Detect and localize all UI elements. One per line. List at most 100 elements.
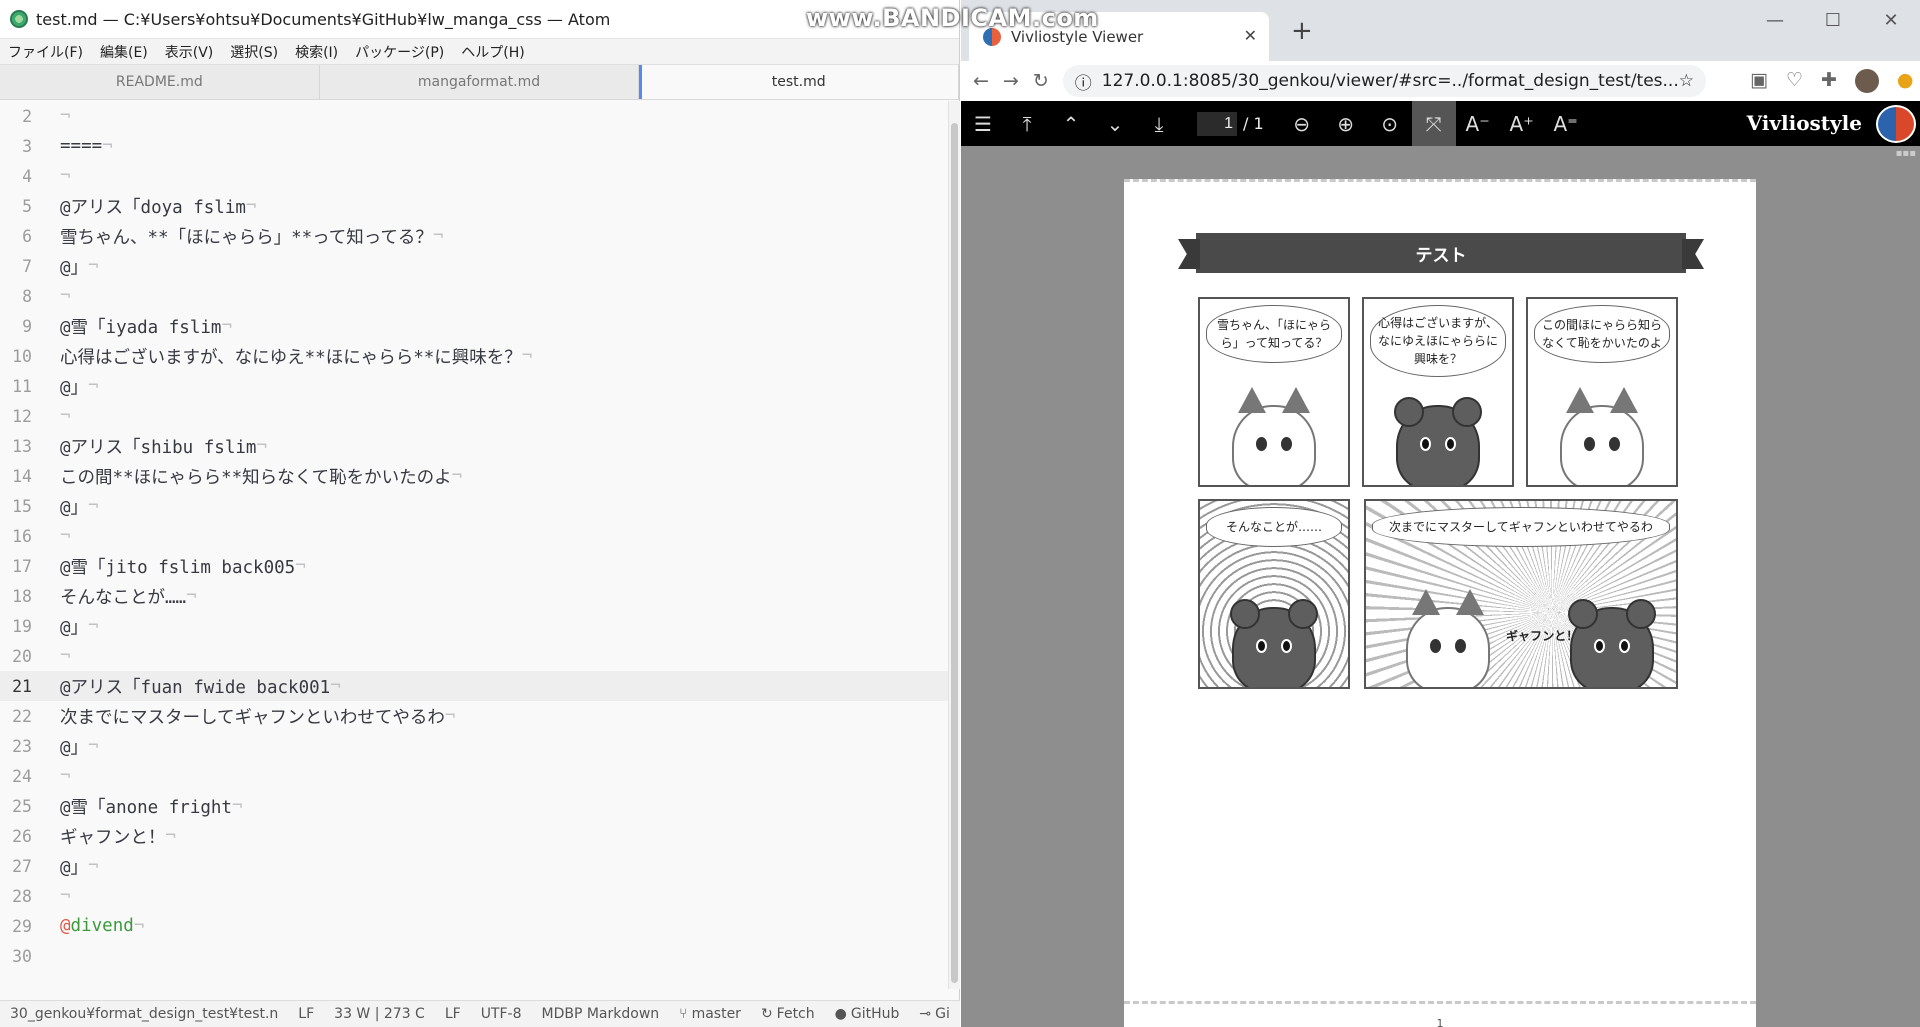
code-line[interactable]: 14 この間**ほにゃらら**知らなくて恥をかいたのよ ¬	[0, 461, 948, 491]
minimize-icon[interactable]: —	[1746, 0, 1804, 40]
code-line[interactable]: 3 ==== ¬	[0, 131, 948, 161]
status-file-path[interactable]: 30_genkou¥format_design_test¥test.n	[10, 1006, 278, 1022]
tab-close-icon[interactable]: ✕	[1244, 26, 1257, 45]
vivliostyle-logo-icon	[1876, 105, 1916, 143]
font-smaller-icon[interactable]: A⁻	[1456, 101, 1500, 146]
menu-view[interactable]: 表示(V)	[165, 42, 214, 62]
line-text: この間**ほにゃらら**知らなくて恥をかいたのよ	[60, 467, 452, 488]
close-window-icon[interactable]: ✕	[1862, 0, 1920, 40]
status-fetch[interactable]: ↻ Fetch	[761, 1006, 815, 1022]
menu-find[interactable]: 検索(I)	[295, 42, 338, 62]
github-label: GitHub	[850, 1006, 900, 1022]
code-line[interactable]: 29 @divend ¬	[0, 911, 948, 941]
code-line[interactable]: 4 ¬	[0, 161, 948, 191]
code-line[interactable]: 10 心得はございますが、なにゆえ**ほにゃらら**に興味を？ ¬	[0, 341, 948, 371]
code-line[interactable]: 26 ギャフンと！ ¬	[0, 821, 948, 851]
reload-icon[interactable]: ↻	[1033, 70, 1049, 92]
zoom-actual-icon[interactable]: ⊙	[1368, 101, 1412, 146]
status-git[interactable]: ⊸ Gi	[919, 1006, 949, 1022]
text-editor[interactable]: 2 ¬ 3 ==== ¬ 4 ¬ 5 @アリス「doya fslim ¬ 6 雪ちゃん、**「ほにゃら…	[0, 101, 948, 989]
menu-help[interactable]: ヘルプ(H)	[461, 42, 524, 62]
code-line[interactable]: 6 雪ちゃん、**「ほにゃらら」**って知ってる？ ¬	[0, 221, 948, 251]
code-line[interactable]: 7 @」 ¬	[0, 251, 948, 281]
code-line[interactable]: 17 @雪「jito fslim back005 ¬	[0, 551, 948, 581]
eol-marker: ¬	[88, 736, 99, 756]
status-branch[interactable]: ⑂ master	[679, 1006, 741, 1022]
last-page-icon[interactable]: ⤓	[1137, 101, 1181, 146]
code-line[interactable]: 2 ¬	[0, 101, 948, 131]
thumbnails-handle-icon[interactable]: ▪▪▪	[1896, 148, 1916, 159]
status-github[interactable]: ● GitHub	[835, 1006, 900, 1022]
line-number: 2	[22, 106, 32, 126]
code-line[interactable]: 11 @」 ¬	[0, 371, 948, 401]
zoom-out-icon[interactable]: ⊖	[1280, 101, 1324, 146]
line-number: 9	[22, 316, 32, 336]
status-line-ending[interactable]: LF	[298, 1006, 314, 1022]
code-line[interactable]: 27 @」 ¬	[0, 851, 948, 881]
bookmark-star-icon[interactable]: ☆	[1679, 71, 1694, 91]
menu-packages[interactable]: パッケージ(P)	[355, 42, 444, 62]
menu-edit[interactable]: 編集(E)	[100, 42, 148, 62]
next-page-icon[interactable]: ⌄	[1093, 101, 1137, 146]
code-line[interactable]: 15 @」 ¬	[0, 491, 948, 521]
zoom-in-icon[interactable]: ⊕	[1324, 101, 1368, 146]
window-title: test.md — C:¥Users¥ohtsu¥Documents¥GitHu…	[36, 9, 611, 29]
browser-toolbar: ← → ↻ ⓘ 127.0.0.1:8085/30_genkou/viewer/…	[961, 61, 1920, 101]
tab-readme[interactable]: README.md	[0, 65, 320, 99]
font-larger-icon[interactable]: A⁺	[1500, 101, 1544, 146]
font-reset-icon[interactable]: A⁼	[1544, 101, 1588, 146]
line-number: 4	[22, 166, 32, 186]
scrollbar-thumb[interactable]	[951, 123, 958, 983]
first-page-icon[interactable]: ⤒	[1005, 101, 1049, 146]
code-line[interactable]: 22 次までにマスターしてギャフンといわせてやるわ ¬	[0, 701, 948, 731]
new-tab-icon[interactable]: +	[1291, 16, 1313, 46]
extensions-puzzle-icon[interactable]: ✚	[1821, 69, 1837, 93]
code-line[interactable]: 23 @」 ¬	[0, 731, 948, 761]
code-line[interactable]: 8 ¬	[0, 281, 948, 311]
menu-selection[interactable]: 選択(S)	[230, 42, 278, 62]
viewer-viewport[interactable]: ▪▪▪ テスト 雪ちゃん、「ほにゃら ら」って知ってる？ 心得はございますが、 …	[961, 146, 1920, 1027]
code-line[interactable]: 9 @雪「iyada fslim ¬	[0, 311, 948, 341]
line-text: @」	[60, 377, 89, 398]
menu-file[interactable]: ファイル(F)	[8, 42, 83, 62]
address-bar[interactable]: ⓘ 127.0.0.1:8085/30_genkou/viewer/#src=.…	[1062, 65, 1706, 97]
code-line[interactable]: 18 そんなことが…… ¬	[0, 581, 948, 611]
info-icon[interactable]: ⓘ	[1075, 69, 1092, 94]
page-number: 1	[1436, 1017, 1444, 1027]
code-line[interactable]: 5 @アリス「doya fslim ¬	[0, 191, 948, 221]
line-number: 12	[12, 406, 32, 426]
status-encoding[interactable]: UTF-8	[481, 1006, 522, 1022]
url-text[interactable]: 127.0.0.1:8085/30_genkou/viewer/#src=../…	[1102, 71, 1679, 91]
profile-avatar[interactable]	[1854, 69, 1879, 93]
page-number-input[interactable]	[1197, 111, 1237, 136]
extension-bookmark-icon[interactable]: ▣	[1750, 69, 1768, 93]
editor-scrollbar[interactable]	[948, 101, 960, 989]
fit-page-icon[interactable]: ⤧	[1411, 101, 1456, 146]
tab-mangaformat[interactable]: mangaformat.md	[320, 65, 640, 99]
line-text: @」	[60, 857, 89, 878]
code-line[interactable]: 25 @雪「anone fright ¬	[0, 791, 948, 821]
status-line-ending-2[interactable]: LF	[445, 1006, 461, 1022]
git-branch-icon: ⑂	[679, 1006, 688, 1022]
line-number: 29	[12, 916, 32, 936]
code-line[interactable]: 30	[0, 941, 948, 971]
code-line[interactable]: 28 ¬	[0, 881, 948, 911]
forward-icon[interactable]: →	[1003, 70, 1019, 92]
status-grammar[interactable]: MDBP Markdown	[542, 1006, 660, 1022]
pocket-icon[interactable]: ♡	[1786, 69, 1803, 93]
back-icon[interactable]: ←	[973, 70, 989, 92]
code-line[interactable]: 16 ¬	[0, 521, 948, 551]
code-line[interactable]: 21 @アリス「fuan fwide back001 ¬	[0, 671, 948, 701]
update-icon[interactable]: ●	[1897, 69, 1914, 93]
tab-test[interactable]: test.md	[639, 65, 960, 99]
code-line[interactable]: 19 @」 ¬	[0, 611, 948, 641]
code-line[interactable]: 13 @アリス「shibu fslim ¬	[0, 431, 948, 461]
toc-icon[interactable]: ☰	[961, 101, 1005, 146]
maximize-icon[interactable]: ☐	[1804, 0, 1862, 40]
code-line[interactable]: 20 ¬	[0, 641, 948, 671]
line-number: 17	[12, 556, 32, 576]
code-line[interactable]: 24 ¬	[0, 761, 948, 791]
bear-character-icon	[1394, 397, 1482, 485]
prev-page-icon[interactable]: ⌃	[1049, 101, 1093, 146]
code-line[interactable]: 12 ¬	[0, 401, 948, 431]
